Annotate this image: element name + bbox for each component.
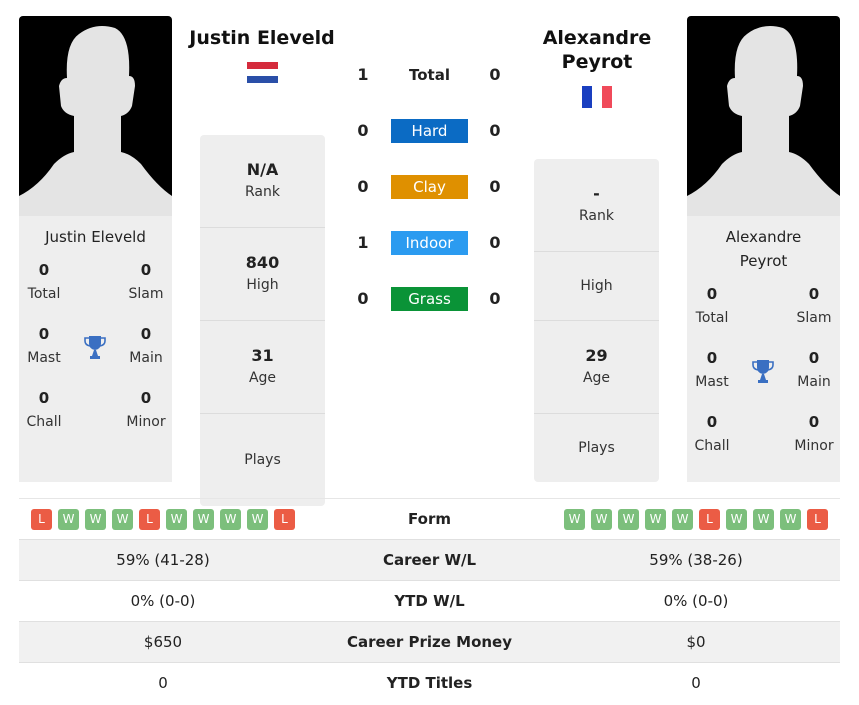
h2h-p2-count: 0 <box>489 289 501 308</box>
form-win-badge[interactable]: W <box>112 508 133 530</box>
comparison-table: LWWWLWWWWL Form WWWWWLWWWL 59% (41-28) C… <box>19 498 840 703</box>
player-silhouette-icon <box>19 26 172 216</box>
h2h-hard: 0 Hard 0 <box>348 119 510 143</box>
trophy-icon <box>84 336 106 359</box>
h2h-p1-count: 0 <box>357 177 369 196</box>
form-loss-badge[interactable]: L <box>699 508 720 530</box>
player1-value: 0% (0-0) <box>130 592 196 610</box>
player2-photo[interactable] <box>687 16 840 216</box>
title-slam: 0 Slam <box>128 261 164 302</box>
player2-value: $0 <box>686 633 706 651</box>
player2-value: 59% (38-26) <box>649 551 743 569</box>
player1-card-name: Justin Eleveld <box>45 228 146 246</box>
h2h-grass: 0 Grass 0 <box>348 287 510 311</box>
player2-form: WWWWWLWWWL <box>552 499 840 539</box>
form-win-badge[interactable]: W <box>247 508 268 530</box>
form-win-badge[interactable]: W <box>726 508 747 530</box>
form-loss-badge[interactable]: L <box>139 508 160 530</box>
player1-form: LWWWLWWWWL <box>19 499 307 539</box>
france-flag-icon <box>582 86 612 108</box>
career-wl-row: 59% (41-28) Career W/L 59% (38-26) <box>19 540 840 581</box>
form-label: Form <box>408 510 451 528</box>
form-win-badge[interactable]: W <box>564 508 585 530</box>
form-loss-badge[interactable]: L <box>274 508 295 530</box>
title-total: 0 Total <box>27 261 61 302</box>
surface-indoor-badge[interactable]: Indoor <box>391 231 468 255</box>
title-total: 0 Total <box>695 285 729 326</box>
h2h-p1-count: 0 <box>357 121 369 140</box>
player2-value: 0 <box>691 674 701 692</box>
player1-titles: 0 Total 0 Slam 0 Mast 0 Main 0 Chall 0 Minor <box>19 249 172 449</box>
trophy-icon <box>752 360 774 383</box>
netherlands-flag-icon <box>247 62 278 83</box>
stat-high: High <box>534 252 659 321</box>
title-slam: 0 Slam <box>796 285 832 326</box>
h2h-total: 1 Total 0 <box>348 63 510 87</box>
surface-hard-badge[interactable]: Hard <box>391 119 468 143</box>
stat-rank: - Rank <box>534 159 659 252</box>
h2h-p2-count: 0 <box>489 65 501 84</box>
form-win-badge[interactable]: W <box>753 508 774 530</box>
player2-stats: - Rank High 29 Age Plays <box>534 159 659 482</box>
title-main: 0 Main <box>129 325 163 366</box>
title-minor: 0 Minor <box>794 413 834 454</box>
stat-rank: N/A Rank <box>200 135 325 228</box>
player2-value: 0% (0-0) <box>663 592 729 610</box>
player1-stats: N/A Rank 840 High 31 Age Plays <box>200 135 325 506</box>
form-win-badge[interactable]: W <box>618 508 639 530</box>
player1-value: $650 <box>143 633 183 651</box>
form-row: LWWWLWWWWL Form WWWWWLWWWL <box>19 499 840 540</box>
stat-plays: Plays <box>244 452 281 468</box>
form-loss-badge[interactable]: L <box>807 508 828 530</box>
surface-clay-badge[interactable]: Clay <box>391 175 468 199</box>
h2h-clay: 0 Clay 0 <box>348 175 510 199</box>
row-label: Career Prize Money <box>346 633 512 651</box>
form-win-badge[interactable]: W <box>166 508 187 530</box>
form-win-badge[interactable]: W <box>193 508 214 530</box>
h2h-p2-count: 0 <box>489 177 501 196</box>
row-label: YTD W/L <box>394 592 465 610</box>
stat-plays: Plays <box>578 440 615 456</box>
form-win-badge[interactable]: W <box>591 508 612 530</box>
title-chall: 0 Chall <box>694 413 730 454</box>
title-chall: 0 Chall <box>26 389 62 430</box>
form-win-badge[interactable]: W <box>220 508 241 530</box>
form-win-badge[interactable]: W <box>645 508 666 530</box>
player2-card: Alexandre Peyrot 0 Total 0 Slam 0 Mast 0 Mai… <box>687 16 840 482</box>
row-label: Career W/L <box>382 551 477 569</box>
player1-value: 59% (41-28) <box>116 551 210 569</box>
h2h-p1-count: 1 <box>357 65 369 84</box>
player2-titles: 0 Total 0 Slam 0 Mast 0 Main 0 Chall 0 Minor <box>687 273 840 473</box>
surface-grass-badge[interactable]: Grass <box>391 287 468 311</box>
stat-age: 29 Age <box>534 321 659 414</box>
surface-total-label: Total <box>409 66 450 84</box>
h2h-p1-count: 0 <box>357 289 369 308</box>
form-win-badge[interactable]: W <box>58 508 79 530</box>
stat-high: 840 High <box>200 228 325 321</box>
h2h-indoor: 1 Indoor 0 <box>348 231 510 255</box>
player1-card: Justin Eleveld 0 Total 0 Slam 0 Mast 0 Main … <box>19 16 172 482</box>
title-mast: 0 Mast <box>695 349 729 390</box>
form-win-badge[interactable]: W <box>780 508 801 530</box>
h2h-p2-count: 0 <box>489 121 501 140</box>
row-label: YTD Titles <box>386 674 473 692</box>
player1-value: 0 <box>158 674 168 692</box>
title-minor: 0 Minor <box>126 389 166 430</box>
title-mast: 0 Mast <box>27 325 61 366</box>
player2-name[interactable]: Alexandre Peyrot <box>520 26 674 74</box>
ytd-wl-row: 0% (0-0) YTD W/L 0% (0-0) <box>19 581 840 622</box>
player2-card-name: Alexandre Peyrot <box>725 228 802 270</box>
title-main: 0 Main <box>797 349 831 390</box>
form-loss-badge[interactable]: L <box>31 508 52 530</box>
form-win-badge[interactable]: W <box>85 508 106 530</box>
h2h-p2-count: 0 <box>489 233 501 252</box>
player1-photo[interactable] <box>19 16 172 216</box>
player1-name[interactable]: Justin Eleveld <box>180 26 344 50</box>
form-win-badge[interactable]: W <box>672 508 693 530</box>
player-silhouette-icon <box>687 26 840 216</box>
ytd-titles-row: 0 YTD Titles 0 <box>19 663 840 703</box>
prize-money-row: $650 Career Prize Money $0 <box>19 622 840 663</box>
h2h-p1-count: 1 <box>357 233 369 252</box>
stat-age: 31 Age <box>200 321 325 414</box>
